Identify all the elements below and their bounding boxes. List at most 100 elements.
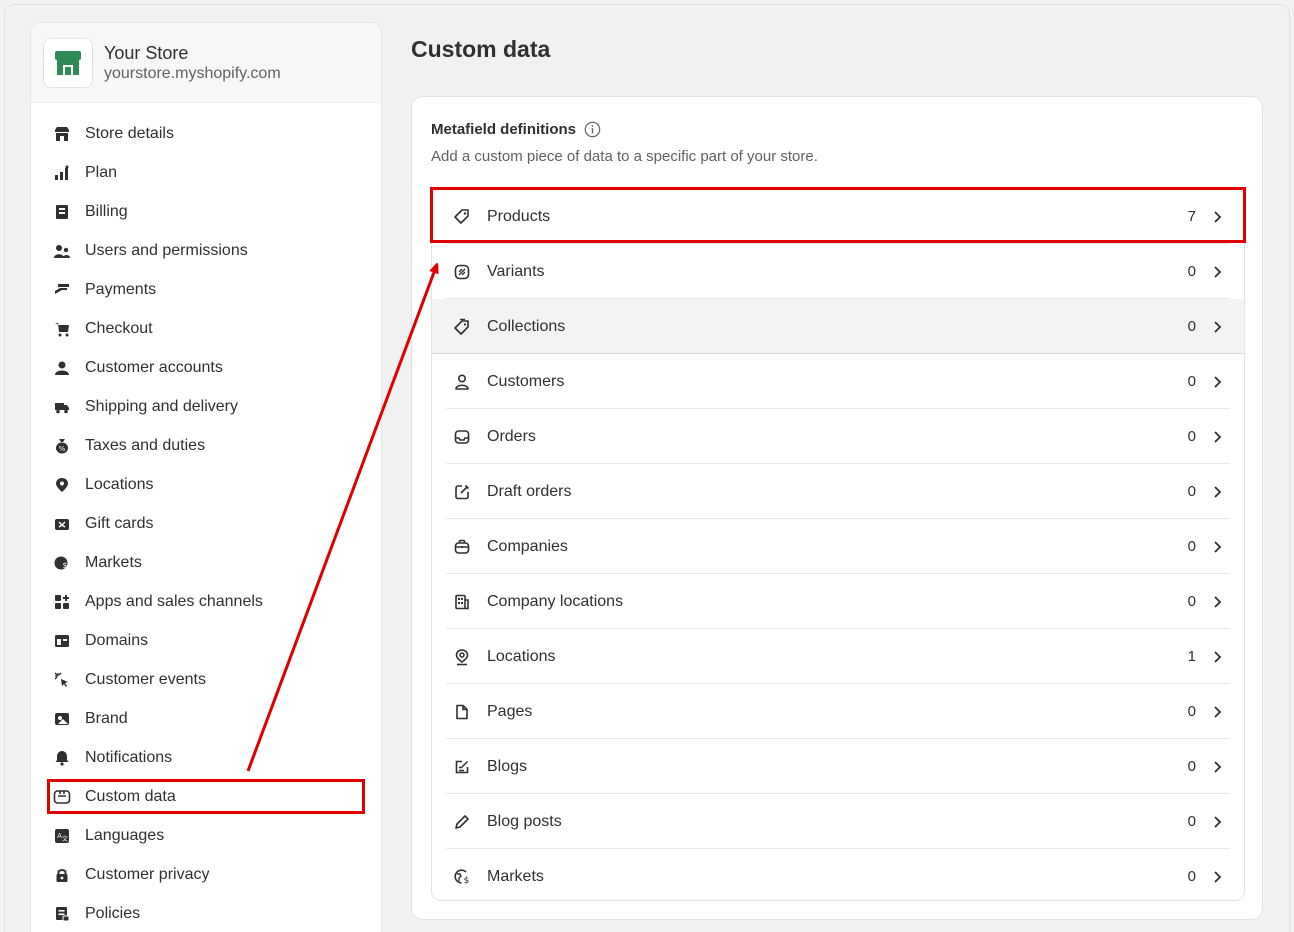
sidebar-item-checkout[interactable]: Checkout — [31, 309, 381, 348]
list-item-orders[interactable]: Orders 0 — [432, 409, 1244, 464]
card-title-text: Metafield definitions — [431, 121, 577, 138]
sidebar-item-gift-cards[interactable]: Gift cards — [31, 504, 381, 543]
row-label: Locations — [487, 647, 556, 665]
sidebar-item-label: Store details — [85, 124, 174, 142]
info-icon[interactable] — [584, 121, 601, 138]
briefcase-icon — [452, 537, 472, 557]
list-item-draft-orders[interactable]: Draft orders 0 — [432, 464, 1244, 519]
row-label: Companies — [487, 537, 568, 555]
chevron-right-icon — [1210, 814, 1226, 830]
row-label: Orders — [487, 427, 536, 445]
chevron-right-icon — [1210, 429, 1226, 445]
chevron-right-icon — [1210, 759, 1226, 775]
metafield-definitions-card: Metafield definitions Add a custom piece… — [411, 96, 1263, 920]
sidebar-item-domains[interactable]: Domains — [31, 621, 381, 660]
list-item-company-locations[interactable]: Company locations 0 — [432, 574, 1244, 629]
sidebar-item-billing[interactable]: Billing — [31, 192, 381, 231]
custom-data-icon — [53, 788, 71, 806]
globe-currency-icon: $ — [53, 554, 71, 572]
sidebar-item-locations[interactable]: Locations — [31, 465, 381, 504]
store-header[interactable]: Your Store yourstore.myshopify.com — [31, 23, 381, 103]
sidebar-item-payments[interactable]: Payments — [31, 270, 381, 309]
chevron-right-icon — [1210, 649, 1226, 665]
row-count: 0 — [1187, 813, 1196, 830]
sidebar-item-store-details[interactable]: Store details — [31, 114, 381, 153]
users-icon — [53, 242, 71, 260]
row-count: 0 — [1187, 318, 1196, 335]
row-label: Company locations — [487, 592, 624, 610]
sidebar-item-notifications[interactable]: Notifications — [31, 738, 381, 777]
collections-tag-icon — [452, 317, 472, 337]
sidebar-item-shipping-and-delivery[interactable]: Shipping and delivery — [31, 387, 381, 426]
person-icon — [53, 359, 71, 377]
globe-outline-icon: $ — [452, 867, 472, 887]
svg-text:文: 文 — [62, 835, 68, 843]
person-outline-icon — [452, 372, 472, 392]
sidebar-item-markets[interactable]: $ Markets — [31, 543, 381, 582]
card-title: Metafield definitions — [431, 121, 601, 138]
location-pin-icon — [53, 476, 71, 494]
list-item-companies[interactable]: Companies 0 — [432, 519, 1244, 574]
chevron-right-icon — [1210, 374, 1226, 390]
row-count: 0 — [1187, 263, 1196, 280]
gift-card-icon — [53, 515, 71, 533]
list-item-variants[interactable]: Variants 0 — [432, 244, 1244, 299]
brand-icon — [53, 710, 71, 728]
sidebar-item-label: Apps and sales channels — [85, 592, 263, 610]
bell-icon — [53, 749, 71, 767]
variants-tag-icon — [452, 262, 472, 282]
building-icon — [452, 592, 472, 612]
sidebar-item-plan[interactable]: Plan — [31, 153, 381, 192]
chevron-right-icon — [1210, 319, 1226, 335]
row-label: Blog posts — [487, 812, 562, 830]
row-count: 0 — [1187, 428, 1196, 445]
sidebar-item-label: Payments — [85, 280, 157, 298]
row-count: 1 — [1187, 648, 1196, 665]
receipt-icon — [53, 203, 71, 221]
sidebar-item-brand[interactable]: Brand — [31, 699, 381, 738]
draft-order-icon — [452, 482, 472, 502]
apps-icon — [53, 593, 71, 611]
sidebar-item-customer-events[interactable]: Customer events — [31, 660, 381, 699]
sidebar-item-custom-data[interactable]: Custom data — [31, 777, 381, 816]
store-domain: yourstore.myshopify.com — [104, 64, 281, 82]
sidebar-item-taxes-and-duties[interactable]: % Taxes and duties — [31, 426, 381, 465]
inbox-icon — [452, 427, 472, 447]
list-item-customers[interactable]: Customers 0 — [432, 354, 1244, 409]
plan-chart-icon — [53, 164, 71, 182]
sidebar-item-customer-accounts[interactable]: Customer accounts — [31, 348, 381, 387]
row-count: 7 — [1187, 208, 1196, 225]
list-item-pages[interactable]: Pages 0 — [432, 684, 1244, 739]
list-item-products[interactable]: Products 7 — [432, 189, 1244, 244]
row-count: 0 — [1187, 758, 1196, 775]
sidebar-item-label: Plan — [85, 163, 118, 181]
list-item-collections[interactable]: Collections 0 — [432, 299, 1244, 354]
sidebar-item-label: Shipping and delivery — [85, 397, 238, 415]
row-label: Blogs — [487, 757, 528, 775]
truck-icon — [53, 398, 71, 416]
sidebar-item-policies[interactable]: Policies — [31, 894, 381, 932]
sidebar-item-label: Brand — [85, 709, 128, 727]
sidebar-item-label: Notifications — [85, 748, 173, 766]
row-count: 0 — [1187, 703, 1196, 720]
row-label: Customers — [487, 372, 565, 390]
list-item-blog-posts[interactable]: Blog posts 0 — [432, 794, 1244, 849]
list-item-markets[interactable]: $ Markets 0 — [432, 849, 1244, 900]
sidebar-item-apps-and-sales-channels[interactable]: Apps and sales channels — [31, 582, 381, 621]
settings-nav: Store details Plan Billing Users and per… — [31, 103, 381, 932]
sidebar-item-label: Custom data — [85, 787, 176, 805]
sidebar-item-label: Billing — [85, 202, 128, 220]
page-title: Custom data — [411, 36, 551, 62]
sidebar-item-users-and-permissions[interactable]: Users and permissions — [31, 231, 381, 270]
tax-bag-icon: % — [53, 437, 71, 455]
sidebar-item-customer-privacy[interactable]: Customer privacy — [31, 855, 381, 894]
row-label: Variants — [487, 262, 545, 280]
row-label: Pages — [487, 702, 533, 720]
translate-icon: A文 — [53, 827, 71, 845]
row-label: Products — [487, 207, 551, 225]
list-item-blogs[interactable]: Blogs 0 — [432, 739, 1244, 794]
sidebar-item-languages[interactable]: A文 Languages — [31, 816, 381, 855]
row-label: Draft orders — [487, 482, 572, 500]
list-item-locations[interactable]: Locations 1 — [432, 629, 1244, 684]
pencil-icon — [452, 812, 472, 832]
